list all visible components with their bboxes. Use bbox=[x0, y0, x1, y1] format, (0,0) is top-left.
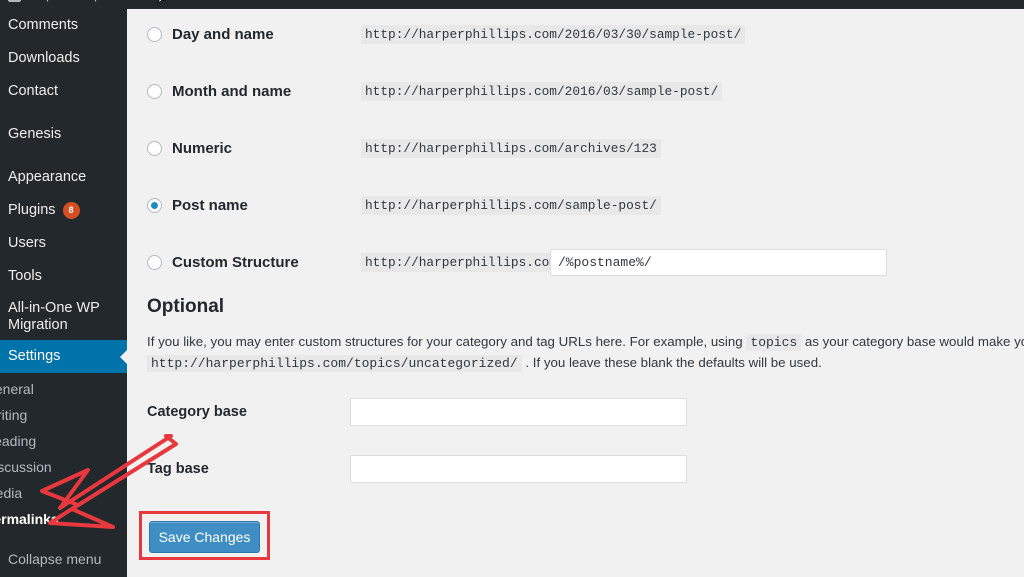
plus-icon: + bbox=[198, 0, 206, 2]
submenu-item-general[interactable]: General bbox=[0, 376, 127, 402]
admin-bar-dash: – bbox=[176, 0, 183, 2]
optional-description-line2: http://harperphillips.com/topics/uncateg… bbox=[147, 353, 1024, 374]
sidebar-item-settings[interactable]: Settings bbox=[0, 340, 127, 373]
plugins-update-badge: 8 bbox=[63, 202, 80, 219]
sidebar-item-label: Appearance bbox=[8, 168, 86, 186]
sidebar-item-tools[interactable]: Tools bbox=[0, 260, 127, 293]
comment-bubble-icon: 💬 bbox=[155, 0, 171, 2]
sidebar-item-appearance[interactable]: Appearance bbox=[0, 161, 127, 194]
submenu-item-discussion[interactable]: Discussion bbox=[0, 454, 127, 480]
permalink-settings-content: Day and name http://harperphillips.com/2… bbox=[127, 9, 1024, 577]
optional-code-topics: topics bbox=[746, 334, 801, 351]
submenu-item-label: Writing bbox=[0, 407, 27, 423]
sidebar-item-label: Genesis bbox=[8, 125, 61, 143]
permalink-option-label: Post name bbox=[172, 197, 248, 214]
submenu-item-label: Media bbox=[0, 485, 22, 501]
sidebar-item-users[interactable]: Users bbox=[0, 227, 127, 260]
collapse-menu-label: Collapse menu bbox=[8, 551, 101, 567]
save-changes-button[interactable]: Save Changes bbox=[149, 521, 260, 553]
permalink-option-label: Custom Structure bbox=[172, 254, 299, 271]
admin-bar-updates-item[interactable]: ● 0 bbox=[121, 0, 141, 2]
radio-custom-structure[interactable] bbox=[147, 255, 162, 270]
submenu-item-writing[interactable]: Writing bbox=[0, 402, 127, 428]
submenu-item-label: General bbox=[0, 381, 34, 397]
tag-base-row: Tag base bbox=[147, 455, 687, 483]
permalink-option-day-and-name[interactable]: Day and name bbox=[147, 23, 274, 45]
optional-code-example: http://harperphillips.com/topics/uncateg… bbox=[147, 355, 522, 372]
permalink-example-day-and-name: http://harperphillips.com/2016/03/30/sam… bbox=[361, 25, 745, 44]
permalink-option-month-and-name[interactable]: Month and name bbox=[147, 80, 291, 102]
permalink-option-numeric[interactable]: Numeric bbox=[147, 137, 232, 159]
category-base-row: Category base bbox=[147, 398, 687, 426]
permalink-option-label: Day and name bbox=[172, 26, 274, 43]
admin-bar-new-item[interactable]: + New bbox=[198, 0, 236, 2]
refresh-icon: ● bbox=[121, 0, 129, 2]
sidebar-item-label: Comments bbox=[8, 16, 78, 34]
category-base-input[interactable] bbox=[350, 398, 687, 426]
submenu-item-reading[interactable]: Reading bbox=[0, 428, 127, 454]
permalink-option-custom-structure[interactable]: Custom Structure bbox=[147, 251, 299, 273]
optional-text-part2: as your category base would make your bbox=[805, 334, 1024, 349]
sidebar-item-label: Tools bbox=[8, 267, 42, 285]
optional-text-part3: . If you leave these blank the defaults … bbox=[525, 355, 821, 370]
admin-bar-site-name: Harper Phillips bbox=[26, 0, 107, 2]
optional-text-part1: If you like, you may enter custom struct… bbox=[147, 334, 743, 349]
admin-bar: Harper Phillips ● 0 💬 – + New bbox=[0, 0, 1024, 9]
radio-numeric[interactable] bbox=[147, 141, 162, 156]
submenu-item-label: Permalinks bbox=[0, 511, 59, 527]
permalink-custom-prefix: http://harperphillips.com bbox=[361, 253, 561, 272]
permalink-example-month-and-name: http://harperphillips.com/2016/03/sample… bbox=[361, 82, 722, 101]
permalink-option-label: Numeric bbox=[172, 140, 232, 157]
radio-day-and-name[interactable] bbox=[147, 27, 162, 42]
sidebar-item-label: Settings bbox=[8, 347, 60, 365]
tag-base-input[interactable] bbox=[350, 455, 687, 483]
admin-bar-comment-count: 0 bbox=[134, 0, 141, 2]
radio-month-and-name[interactable] bbox=[147, 84, 162, 99]
sidebar-item-genesis[interactable]: Genesis bbox=[0, 118, 127, 151]
permalink-option-label: Month and name bbox=[172, 83, 291, 100]
permalink-option-post-name[interactable]: Post name bbox=[147, 194, 248, 216]
admin-bar-new-label: New bbox=[210, 0, 235, 2]
custom-structure-input[interactable] bbox=[550, 249, 887, 276]
admin-bar-comments-item[interactable]: 💬 – bbox=[155, 0, 183, 2]
sidebar-item-label: Plugins bbox=[8, 201, 56, 219]
submenu-item-media[interactable]: Media bbox=[0, 480, 127, 506]
admin-sidebar: Comments Downloads Contact Genesis Appea… bbox=[0, 9, 127, 577]
admin-bar-site-item[interactable]: Harper Phillips bbox=[8, 0, 107, 2]
collapse-menu-button[interactable]: Collapse menu bbox=[0, 541, 127, 577]
sidebar-item-label: Users bbox=[8, 234, 46, 252]
sidebar-item-plugins[interactable]: Plugins 8 bbox=[0, 194, 127, 227]
wordpress-logo-icon bbox=[8, 0, 21, 2]
settings-submenu: General Writing Reading Discussion Media… bbox=[0, 373, 127, 532]
submenu-item-label: Discussion bbox=[0, 459, 52, 475]
sidebar-item-label: Downloads bbox=[8, 49, 80, 67]
wordpress-admin-screen: Harper Phillips ● 0 💬 – + New Comments D… bbox=[0, 0, 1024, 577]
optional-section-heading: Optional bbox=[147, 296, 224, 318]
sidebar-item-downloads[interactable]: Downloads bbox=[0, 42, 127, 75]
permalink-example-post-name: http://harperphillips.com/sample-post/ bbox=[361, 196, 661, 215]
sidebar-separator-1 bbox=[0, 108, 127, 118]
sidebar-item-label: Contact bbox=[8, 82, 58, 100]
radio-post-name[interactable] bbox=[147, 198, 162, 213]
sidebar-item-label: All-in-One WP Migration bbox=[8, 300, 123, 333]
submenu-item-permalinks[interactable]: Permalinks bbox=[0, 506, 127, 532]
tag-base-label: Tag base bbox=[147, 461, 350, 477]
sidebar-separator-2 bbox=[0, 151, 127, 161]
optional-section-description: If you like, you may enter custom struct… bbox=[147, 332, 1024, 374]
permalink-example-numeric: http://harperphillips.com/archives/123 bbox=[361, 139, 661, 158]
sidebar-item-all-in-one-wp-migration[interactable]: All-in-One WP Migration bbox=[0, 293, 127, 340]
sidebar-item-contact[interactable]: Contact bbox=[0, 75, 127, 108]
submenu-item-label: Reading bbox=[0, 433, 36, 449]
category-base-label: Category base bbox=[147, 404, 350, 420]
sidebar-item-comments[interactable]: Comments bbox=[0, 9, 127, 42]
